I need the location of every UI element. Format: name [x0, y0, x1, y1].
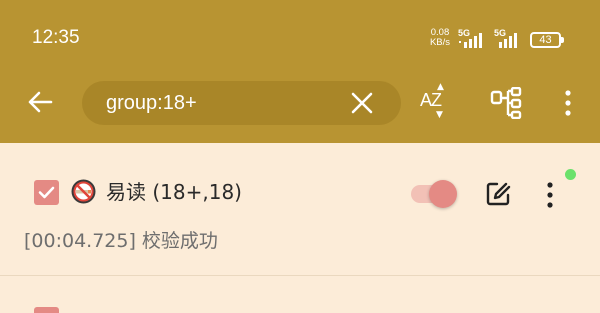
overflow-menu-button[interactable]	[556, 89, 580, 117]
battery-icon: 43	[530, 32, 564, 48]
source-enable-toggle[interactable]	[409, 179, 459, 209]
check-icon	[38, 186, 55, 199]
arrow-left-icon	[28, 91, 53, 113]
back-button[interactable]	[24, 86, 56, 118]
edit-icon	[486, 182, 511, 206]
sort-down-icon: ▼	[436, 110, 443, 120]
group-icon	[490, 86, 522, 120]
more-vert-icon	[547, 182, 553, 208]
sort-az-icon: AZ	[420, 90, 442, 110]
more-vert-icon	[565, 90, 571, 116]
no-smoking-icon	[71, 179, 96, 204]
search-input[interactable]	[106, 81, 336, 125]
source-status-dot	[565, 169, 576, 180]
clear-search-button[interactable]	[351, 92, 373, 114]
source-checkbox[interactable]	[34, 180, 59, 205]
net-speed: 0.08 KB/s	[426, 28, 454, 48]
list-item[interactable]: 易读 (18+,18) [00:04.725] 校验成功	[0, 143, 600, 276]
net-speed-unit: KB/s	[429, 37, 451, 48]
signal-strength-icon	[459, 33, 482, 48]
toggle-knob	[429, 180, 457, 208]
status-icons: 0.08 KB/s 5G 5G 43	[426, 26, 566, 52]
group-button[interactable]	[490, 86, 524, 120]
app-bar: 12:35 0.08 KB/s 5G 5G 43 group:18+ ▲ AZ …	[0, 0, 600, 143]
search-box[interactable]	[82, 81, 401, 125]
status-time: 12:35	[32, 27, 80, 48]
edit-source-button[interactable]	[485, 181, 511, 207]
source-more-button[interactable]	[540, 181, 560, 209]
check-result-text: [00:04.725] 校验成功	[24, 230, 218, 252]
next-source-checkbox[interactable]	[34, 307, 59, 313]
signal-strength-icon	[499, 33, 517, 48]
close-icon	[351, 92, 373, 114]
source-name: 易读 (18+,18)	[106, 180, 242, 204]
sort-button[interactable]: ▲ AZ ▼	[420, 82, 454, 120]
